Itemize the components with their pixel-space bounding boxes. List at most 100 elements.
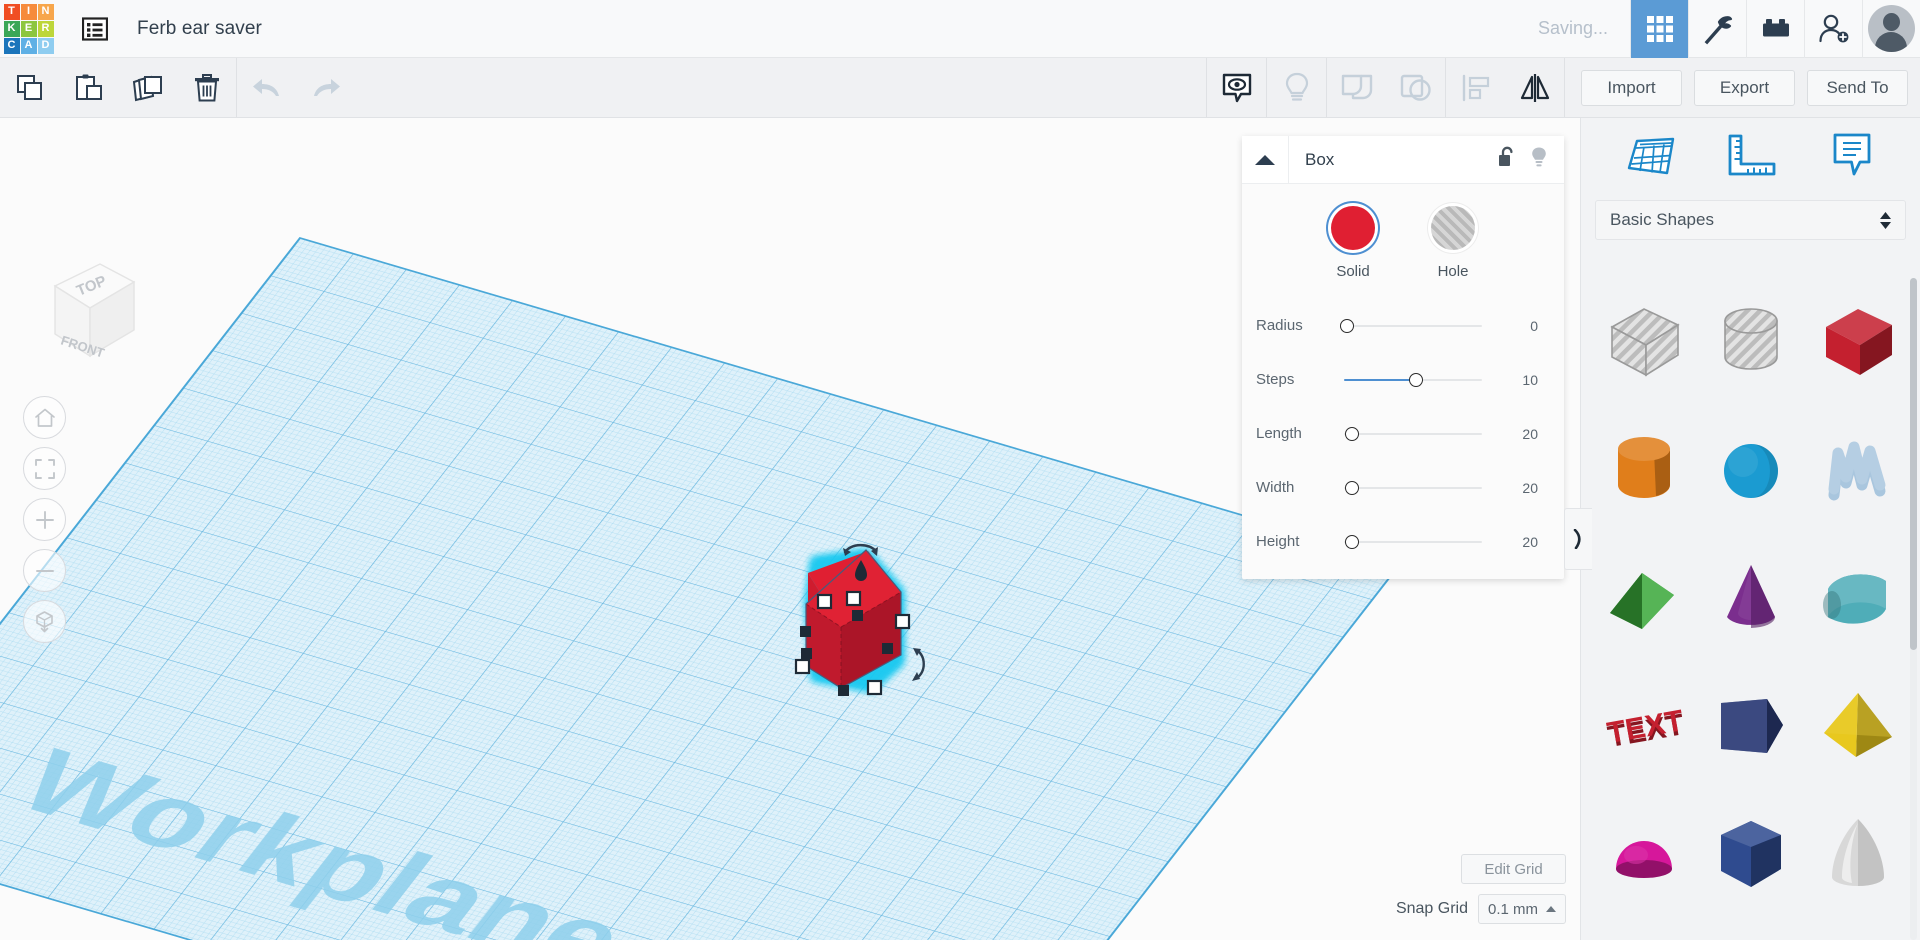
solid-mode[interactable]: Solid [1331, 206, 1375, 280]
delete-button[interactable] [177, 58, 236, 117]
shape-box[interactable] [1804, 278, 1911, 406]
grid-controls: Edit Grid Snap Grid 0.1 mm [1396, 854, 1566, 924]
ungroup-button[interactable] [1386, 58, 1445, 117]
height-slider-track[interactable] [1344, 533, 1498, 551]
properties-header-icons [1498, 146, 1564, 174]
lego-brick-icon[interactable] [1746, 0, 1804, 58]
list-menu-icon[interactable] [77, 11, 113, 47]
shape-pyramid[interactable] [1804, 662, 1911, 790]
tinkercad-logo[interactable]: TINKERCAD [0, 0, 57, 58]
import-button[interactable]: Import [1581, 69, 1682, 106]
invite-person-icon[interactable] [1804, 0, 1862, 58]
note-icon[interactable] [1824, 127, 1880, 183]
shape-text[interactable]: TEXT TEXT [1591, 662, 1698, 790]
shape-half-cylinder[interactable] [1804, 534, 1911, 662]
send-to-button[interactable]: Send To [1807, 69, 1908, 106]
tinkercad-app: TINKERCAD Ferb ear saver Saving... Impor… [0, 0, 1920, 940]
radius-slider-track[interactable] [1340, 317, 1498, 335]
radius-slider-knob[interactable] [1340, 318, 1354, 333]
show-hide-button[interactable] [1207, 58, 1266, 117]
mirror-button[interactable] [1505, 58, 1564, 117]
user-avatar[interactable] [1862, 0, 1920, 58]
shape-scribble[interactable] [1804, 406, 1911, 534]
snap-grid-select[interactable]: 0.1 mm [1477, 894, 1566, 924]
copy-button[interactable] [0, 58, 59, 117]
width-slider-value: 20 [1522, 479, 1538, 496]
hole-mode-label: Hole [1437, 263, 1469, 280]
shape-sphere[interactable] [1698, 406, 1805, 534]
shape-category-select[interactable]: Basic Shapes [1595, 200, 1906, 240]
ruler-icon[interactable] [1723, 127, 1779, 183]
export-button[interactable]: Export [1694, 69, 1795, 106]
logo-cell-c-6: C [3, 37, 20, 54]
home-view-button[interactable] [23, 396, 66, 439]
length-slider[interactable]: Length 20 [1242, 420, 1564, 447]
align-button[interactable] [1446, 58, 1505, 117]
shape-properties-panel: Box Solid Hole Radius 0 Steps 10 Length … [1242, 136, 1564, 579]
sidebar-tool-icons [1581, 118, 1920, 192]
shape-box-hole[interactable] [1591, 278, 1698, 406]
width-slider-track-bg [1344, 486, 1482, 489]
solid-mode-swatch [1331, 206, 1375, 250]
width-slider[interactable]: Width 20 [1242, 474, 1564, 501]
shape-palette: TEXT TEXT [1581, 268, 1920, 940]
radius-slider-track-bg [1344, 324, 1482, 327]
shape-cylinder-hole[interactable] [1698, 278, 1805, 406]
steps-slider-track[interactable] [1344, 371, 1498, 389]
redo-button[interactable] [296, 58, 355, 117]
shape-category-label: Basic Shapes [1610, 210, 1714, 229]
edit-grid-button[interactable]: Edit Grid [1461, 854, 1566, 884]
properties-title: Box [1305, 149, 1335, 169]
logo-cell-i-1: I [20, 3, 37, 20]
chevron-right-icon[interactable] [1564, 508, 1592, 570]
highlight-bulb-button[interactable] [1267, 58, 1326, 117]
shape-cylinder[interactable] [1591, 406, 1698, 534]
pickaxe-minecraft-icon[interactable] [1688, 0, 1746, 58]
shape-half-sphere[interactable] [1591, 790, 1698, 918]
radius-slider-label: Radius [1256, 317, 1303, 334]
length-slider-knob[interactable] [1344, 426, 1359, 441]
shape-cone[interactable] [1698, 534, 1805, 662]
width-slider-track[interactable] [1344, 479, 1498, 497]
paste-button[interactable] [59, 58, 118, 117]
top-bar-right: Saving... [1538, 0, 1920, 58]
length-slider-value: 20 [1522, 425, 1538, 442]
workplane-grid[interactable]: Workplane [0, 236, 1404, 940]
shape-roof[interactable] [1591, 534, 1698, 662]
dimension-sliders: Radius 0 Steps 10 Length 20 Width 20 Height 20 [1242, 312, 1564, 555]
logo-cell-k-3: K [3, 20, 20, 37]
sidebar-scrollbar-thumb[interactable] [1910, 278, 1917, 650]
hole-mode[interactable]: Hole [1431, 206, 1475, 280]
steps-slider[interactable]: Steps 10 [1242, 366, 1564, 393]
logo-grid: TINKERCAD [3, 3, 54, 54]
shape-hex-prism[interactable] [1698, 790, 1805, 918]
fit-to-view-button[interactable] [23, 447, 66, 490]
zoom-out-button[interactable] [23, 549, 66, 592]
chevron-up-icon [1546, 905, 1556, 912]
ortho-perspective-toggle[interactable] [23, 600, 66, 643]
height-slider[interactable]: Height 20 [1242, 528, 1564, 555]
solid-hole-modes: Solid Hole [1242, 206, 1564, 290]
group-button[interactable] [1327, 58, 1386, 117]
workplane-icon[interactable] [1622, 127, 1678, 183]
undo-button[interactable] [237, 58, 296, 117]
triangle-up-icon[interactable] [1242, 136, 1289, 183]
lightbulb-icon[interactable] [1530, 146, 1548, 174]
view-cube[interactable]: TOP FRONT [22, 246, 147, 371]
radius-slider[interactable]: Radius 0 [1242, 312, 1564, 339]
blocks-grid-icon[interactable] [1630, 0, 1688, 58]
height-slider-knob[interactable] [1344, 534, 1359, 549]
top-bar: TINKERCAD Ferb ear saver Saving... [0, 0, 1920, 58]
length-slider-track[interactable] [1344, 425, 1498, 443]
zoom-in-button[interactable] [23, 498, 66, 541]
snap-grid-row: Snap Grid 0.1 mm [1396, 894, 1566, 924]
shape-paraboloid[interactable] [1804, 790, 1911, 918]
duplicate-button[interactable] [118, 58, 177, 117]
width-slider-knob[interactable] [1344, 480, 1359, 495]
unlock-icon[interactable] [1498, 146, 1516, 173]
steps-slider-knob[interactable] [1409, 372, 1424, 387]
shape-polygon[interactable] [1698, 662, 1805, 790]
svg-text:TEXT: TEXT [1605, 704, 1686, 750]
logo-cell-e-4: E [20, 20, 37, 37]
page-title: Ferb ear saver [137, 17, 262, 39]
